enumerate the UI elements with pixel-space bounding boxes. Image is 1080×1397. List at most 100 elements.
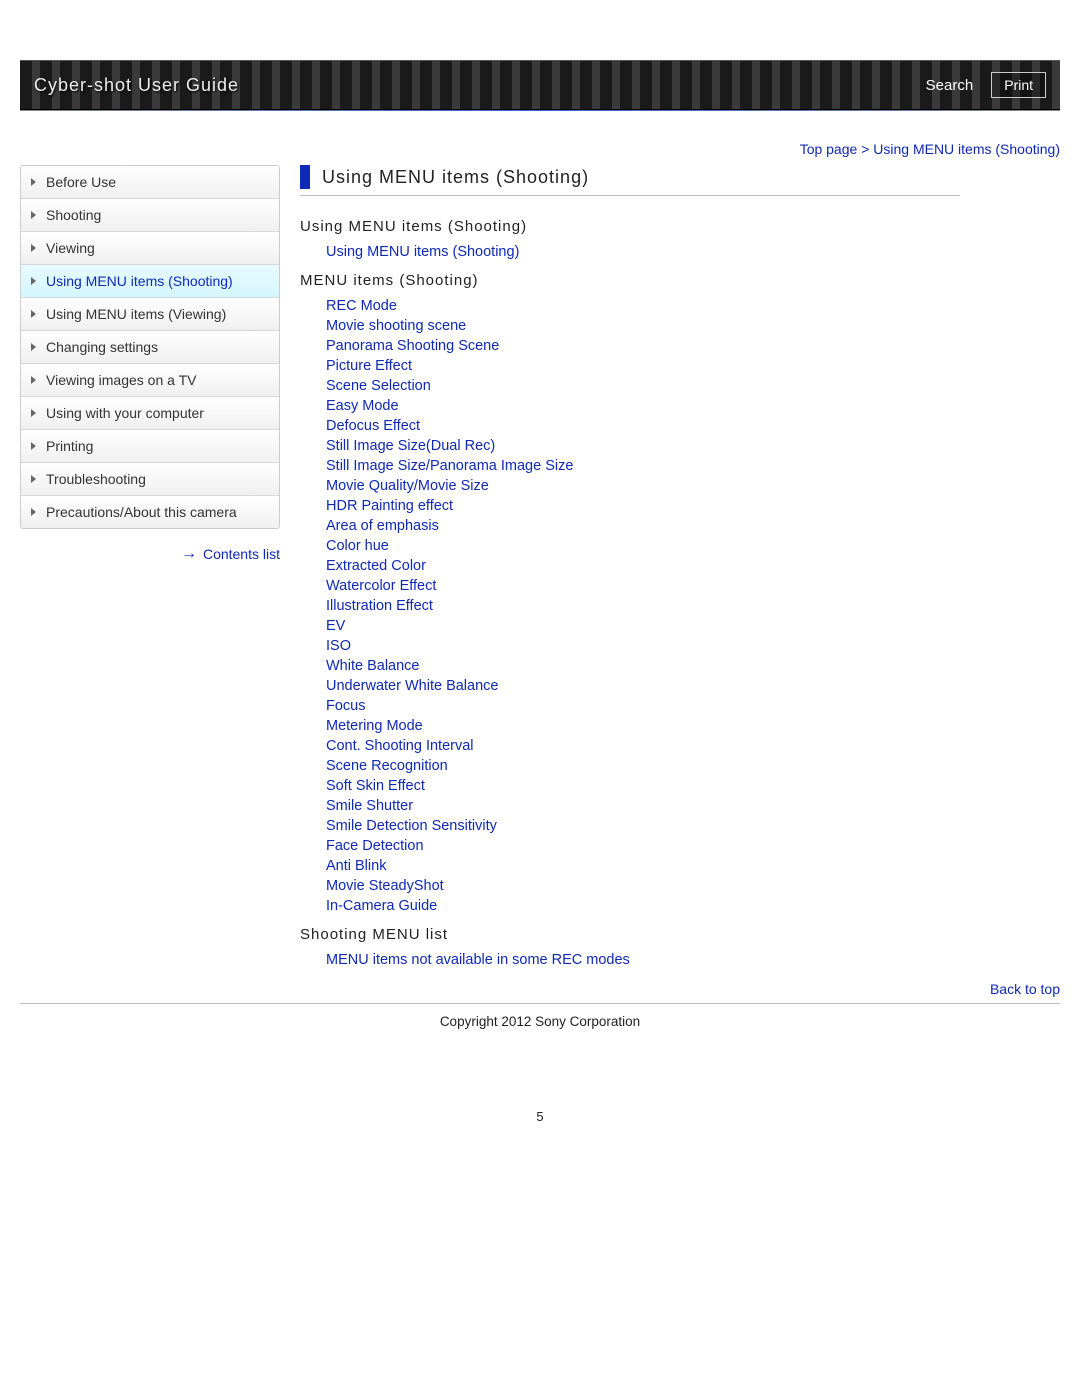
list-item: Underwater White Balance — [326, 677, 960, 694]
content-link[interactable]: Face Detection — [326, 838, 424, 854]
sidebar-item-label: Viewing — [46, 240, 95, 256]
sidebar-item-label: Precautions/About this camera — [46, 504, 237, 520]
sidebar-item-6[interactable]: Viewing images on a TV — [21, 364, 279, 397]
sidebar-item-5[interactable]: Changing settings — [21, 331, 279, 364]
list-item: ISO — [326, 637, 960, 654]
content-link[interactable]: ISO — [326, 638, 351, 654]
chevron-right-icon — [31, 277, 36, 285]
chevron-right-icon — [31, 244, 36, 252]
list-item: Smile Shutter — [326, 797, 960, 814]
sidebar-item-label: Using MENU items (Viewing) — [46, 306, 226, 322]
content-link[interactable]: Scene Recognition — [326, 758, 448, 774]
list-item: Defocus Effect — [326, 417, 960, 434]
list-item: Soft Skin Effect — [326, 777, 960, 794]
chevron-right-icon — [31, 310, 36, 318]
content-link[interactable]: Scene Selection — [326, 378, 431, 394]
list-item: REC Mode — [326, 297, 960, 314]
content-link[interactable]: MENU items not available in some REC mod… — [326, 952, 630, 968]
content-link[interactable]: Metering Mode — [326, 718, 423, 734]
content-link[interactable]: Defocus Effect — [326, 418, 420, 434]
chevron-right-icon — [31, 475, 36, 483]
breadcrumb: Top page > Using MENU items (Shooting) — [0, 113, 1080, 165]
list-item: Illustration Effect — [326, 597, 960, 614]
sidebar-item-3[interactable]: Using MENU items (Shooting) — [21, 265, 279, 298]
sidebar-item-10[interactable]: Precautions/About this camera — [21, 496, 279, 528]
section-heading-3: Shooting MENU list — [300, 926, 960, 943]
search-link[interactable]: Search — [926, 77, 974, 94]
sidebar-item-8[interactable]: Printing — [21, 430, 279, 463]
list-item: Easy Mode — [326, 397, 960, 414]
header-bar: Cyber-shot User Guide Search Print — [20, 60, 1060, 110]
content-link[interactable]: Easy Mode — [326, 398, 399, 414]
chevron-right-icon — [31, 508, 36, 516]
content-link[interactable]: Panorama Shooting Scene — [326, 338, 499, 354]
list-item: Still Image Size(Dual Rec) — [326, 437, 960, 454]
content-link[interactable]: Still Image Size/Panorama Image Size — [326, 458, 573, 474]
content-link[interactable]: Still Image Size(Dual Rec) — [326, 438, 495, 454]
back-to-top-link[interactable]: Back to top — [0, 981, 1080, 997]
sidebar-item-label: Viewing images on a TV — [46, 372, 196, 388]
chevron-right-icon — [31, 376, 36, 384]
sidebar-item-9[interactable]: Troubleshooting — [21, 463, 279, 496]
content-link[interactable]: Soft Skin Effect — [326, 778, 425, 794]
list-item: Movie Quality/Movie Size — [326, 477, 960, 494]
list-item: Smile Detection Sensitivity — [326, 817, 960, 834]
sidebar-item-1[interactable]: Shooting — [21, 199, 279, 232]
content-link[interactable]: Movie SteadyShot — [326, 878, 444, 894]
print-button[interactable]: Print — [991, 72, 1046, 98]
copyright: Copyright 2012 Sony Corporation — [0, 1004, 1080, 1069]
list-item: White Balance — [326, 657, 960, 674]
content-link[interactable]: Using MENU items (Shooting) — [326, 244, 519, 260]
sidebar-item-label: Using with your computer — [46, 405, 204, 421]
list-item: HDR Painting effect — [326, 497, 960, 514]
content-link[interactable]: White Balance — [326, 658, 420, 674]
content-link[interactable]: Anti Blink — [326, 858, 386, 874]
list-item: Color hue — [326, 537, 960, 554]
content-link[interactable]: Movie shooting scene — [326, 318, 466, 334]
sidebar-item-4[interactable]: Using MENU items (Viewing) — [21, 298, 279, 331]
breadcrumb-top[interactable]: Top page — [800, 141, 858, 157]
content-link[interactable]: REC Mode — [326, 298, 397, 314]
section-3-links: MENU items not available in some REC mod… — [300, 951, 960, 968]
content-link[interactable]: In-Camera Guide — [326, 898, 437, 914]
chevron-right-icon — [31, 343, 36, 351]
list-item: Face Detection — [326, 837, 960, 854]
sidebar-item-0[interactable]: Before Use — [21, 166, 279, 199]
list-item: MENU items not available in some REC mod… — [326, 951, 960, 968]
contents-list-link[interactable]: → Contents list — [20, 545, 280, 563]
content-link[interactable]: Movie Quality/Movie Size — [326, 478, 489, 494]
section-heading-2: MENU items (Shooting) — [300, 272, 960, 289]
sidebar-item-7[interactable]: Using with your computer — [21, 397, 279, 430]
main-content: Using MENU items (Shooting) Using MENU i… — [300, 165, 1060, 971]
list-item: Focus — [326, 697, 960, 714]
content-link[interactable]: Extracted Color — [326, 558, 426, 574]
content-link[interactable]: HDR Painting effect — [326, 498, 453, 514]
page-title: Cyber-shot User Guide — [34, 75, 239, 96]
page-number: 5 — [0, 1069, 1080, 1144]
list-item: In-Camera Guide — [326, 897, 960, 914]
content-link[interactable]: Smile Detection Sensitivity — [326, 818, 497, 834]
chevron-right-icon — [31, 409, 36, 417]
list-item: Picture Effect — [326, 357, 960, 374]
list-item: Scene Recognition — [326, 757, 960, 774]
content-link[interactable]: Underwater White Balance — [326, 678, 498, 694]
content-link[interactable]: Smile Shutter — [326, 798, 413, 814]
content-link[interactable]: Watercolor Effect — [326, 578, 436, 594]
header-right: Search Print — [926, 72, 1046, 98]
nav-list: Before Use Shooting Viewing Using MENU item… — [20, 165, 280, 529]
content-link[interactable]: Picture Effect — [326, 358, 412, 374]
content-link[interactable]: Illustration Effect — [326, 598, 433, 614]
content-link[interactable]: EV — [326, 618, 345, 634]
content-link[interactable]: Focus — [326, 698, 366, 714]
list-item: Movie SteadyShot — [326, 877, 960, 894]
sidebar-item-label: Before Use — [46, 174, 116, 190]
section-heading-1: Using MENU items (Shooting) — [300, 218, 960, 235]
list-item: Watercolor Effect — [326, 577, 960, 594]
header-underline — [20, 110, 1060, 111]
breadcrumb-current[interactable]: Using MENU items (Shooting) — [873, 141, 1060, 157]
content-link[interactable]: Area of emphasis — [326, 518, 439, 534]
content-link[interactable]: Cont. Shooting Interval — [326, 738, 474, 754]
sidebar-item-2[interactable]: Viewing — [21, 232, 279, 265]
list-item: Extracted Color — [326, 557, 960, 574]
content-link[interactable]: Color hue — [326, 538, 389, 554]
